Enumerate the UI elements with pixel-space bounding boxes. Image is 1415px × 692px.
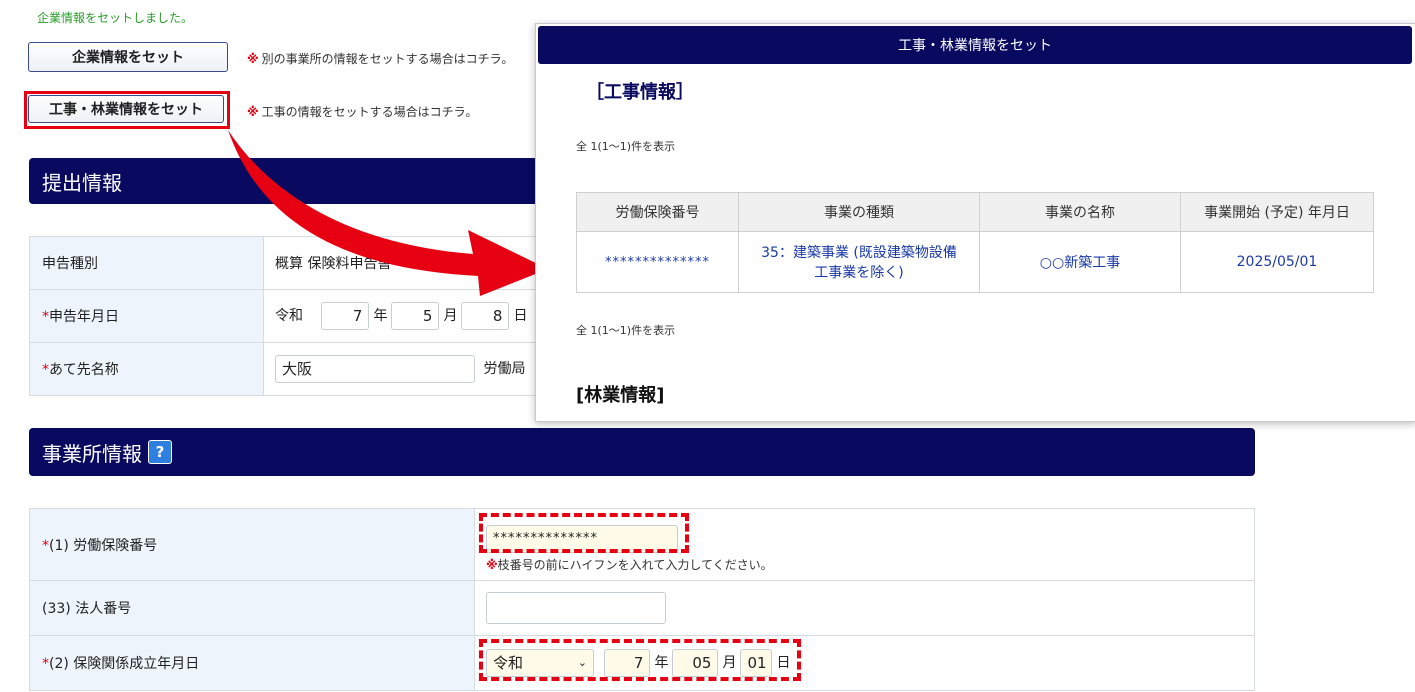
table-row: (33) 法人番号: [29, 580, 1255, 636]
column-header: 事業の名称: [979, 192, 1181, 232]
status-message: 企業情報をセットしました。: [37, 11, 194, 25]
help-icon[interactable]: ?: [148, 440, 172, 464]
set-company-button[interactable]: 企業情報をセット: [28, 42, 228, 72]
required-mark: *: [42, 537, 49, 554]
era-text: 令和: [275, 308, 303, 324]
business-type-line: 工事業を除く): [814, 265, 904, 281]
dest-label-cell: *あて先名称: [29, 342, 264, 396]
dest-suffix: 労働局: [483, 361, 526, 377]
date-label: 申告年月日: [49, 309, 119, 325]
note-text: 別の事業所の情報をセットする場合はコチラ。: [261, 52, 514, 66]
work-forest-popup: 工事・林業情報をセット ［工事情報］ 全 1(1～1)件を表示 労働保険番号 事…: [535, 23, 1415, 422]
note-mark: ※: [247, 105, 259, 119]
day-unit: 日: [513, 308, 528, 324]
required-mark: *: [42, 309, 49, 325]
corporate-number-input[interactable]: [486, 592, 666, 624]
section-title: 提出情報: [42, 170, 122, 195]
required-mark: *: [42, 656, 49, 672]
column-header: 事業の種類: [738, 192, 980, 232]
date-label-cell: *申告年月日: [29, 289, 264, 343]
table-row[interactable]: ************** 35：建築事業 (既設建築物設備 工事業を除く) …: [576, 231, 1374, 293]
highlight-dashed-box: [479, 513, 689, 553]
record-count: 全 1(1～1)件を表示: [576, 140, 676, 153]
established-label: (2) 保険関係成立年月日: [49, 656, 200, 672]
set-company-note: ※ 別の事業所の情報をセットする場合はコチラ。: [247, 50, 513, 67]
note-text: 工事の情報をセットする場合はコチラ。: [261, 105, 478, 119]
corp-no-cell: [474, 580, 1255, 636]
popup-title: 工事・林業情報をセット: [538, 26, 1412, 64]
corp-no-label: (33) 法人番号: [29, 580, 475, 636]
section-title: 事業所情報: [42, 441, 142, 466]
dest-label: あて先名称: [49, 362, 119, 378]
work-heading: ［工事情報］: [586, 82, 694, 103]
note-mark: ※: [486, 557, 498, 572]
insurance-hint: ※枝番号の前にハイフンを入れて入力してください。: [486, 556, 1254, 573]
highlight-box: [24, 91, 230, 129]
column-header: 事業開始 (予定) 年月日: [1180, 192, 1374, 232]
insurance-label-cell: *(1) 労働保険番号: [29, 508, 475, 581]
hint-text: 枝番号の前にハイフンを入れて入力してください。: [497, 557, 773, 572]
destination-input[interactable]: 大阪: [275, 355, 475, 383]
record-count: 全 1(1～1)件を表示: [576, 324, 676, 337]
business-name-link[interactable]: ○○新築工事: [979, 231, 1181, 293]
business-type-link[interactable]: 35：建築事業 (既設建築物設備 工事業を除く): [738, 231, 980, 293]
year-unit: 年: [373, 308, 388, 324]
section-office-header: 事業所情報 ?: [29, 428, 1255, 476]
month-unit: 月: [443, 308, 458, 324]
set-work-note: ※ 工事の情報をセットする場合はコチラ。: [247, 103, 477, 120]
start-date-link[interactable]: 2025/05/01: [1180, 231, 1374, 293]
arrow-icon: [228, 130, 548, 296]
table-header-row: 労働保険番号 事業の種類 事業の名称 事業開始 (予定) 年月日: [576, 192, 1374, 232]
business-type-line: 35：建築事業 (既設建築物設備: [761, 245, 957, 261]
year-input[interactable]: 7: [321, 302, 370, 330]
insurance-no-label: (1) 労働保険番号: [49, 537, 158, 554]
note-mark: ※: [247, 52, 259, 66]
required-mark: *: [42, 362, 49, 378]
forest-heading: [林業情報]: [576, 385, 665, 406]
column-header: 労働保険番号: [576, 192, 739, 232]
month-input[interactable]: 5: [391, 302, 440, 330]
insurance-number-link[interactable]: **************: [576, 231, 739, 293]
highlight-dashed-box: [479, 639, 801, 681]
established-label-cell: *(2) 保険関係成立年月日: [29, 635, 475, 691]
work-table: 労働保険番号 事業の種類 事業の名称 事業開始 (予定) 年月日 *******…: [576, 192, 1374, 293]
day-input[interactable]: 8: [461, 302, 510, 330]
